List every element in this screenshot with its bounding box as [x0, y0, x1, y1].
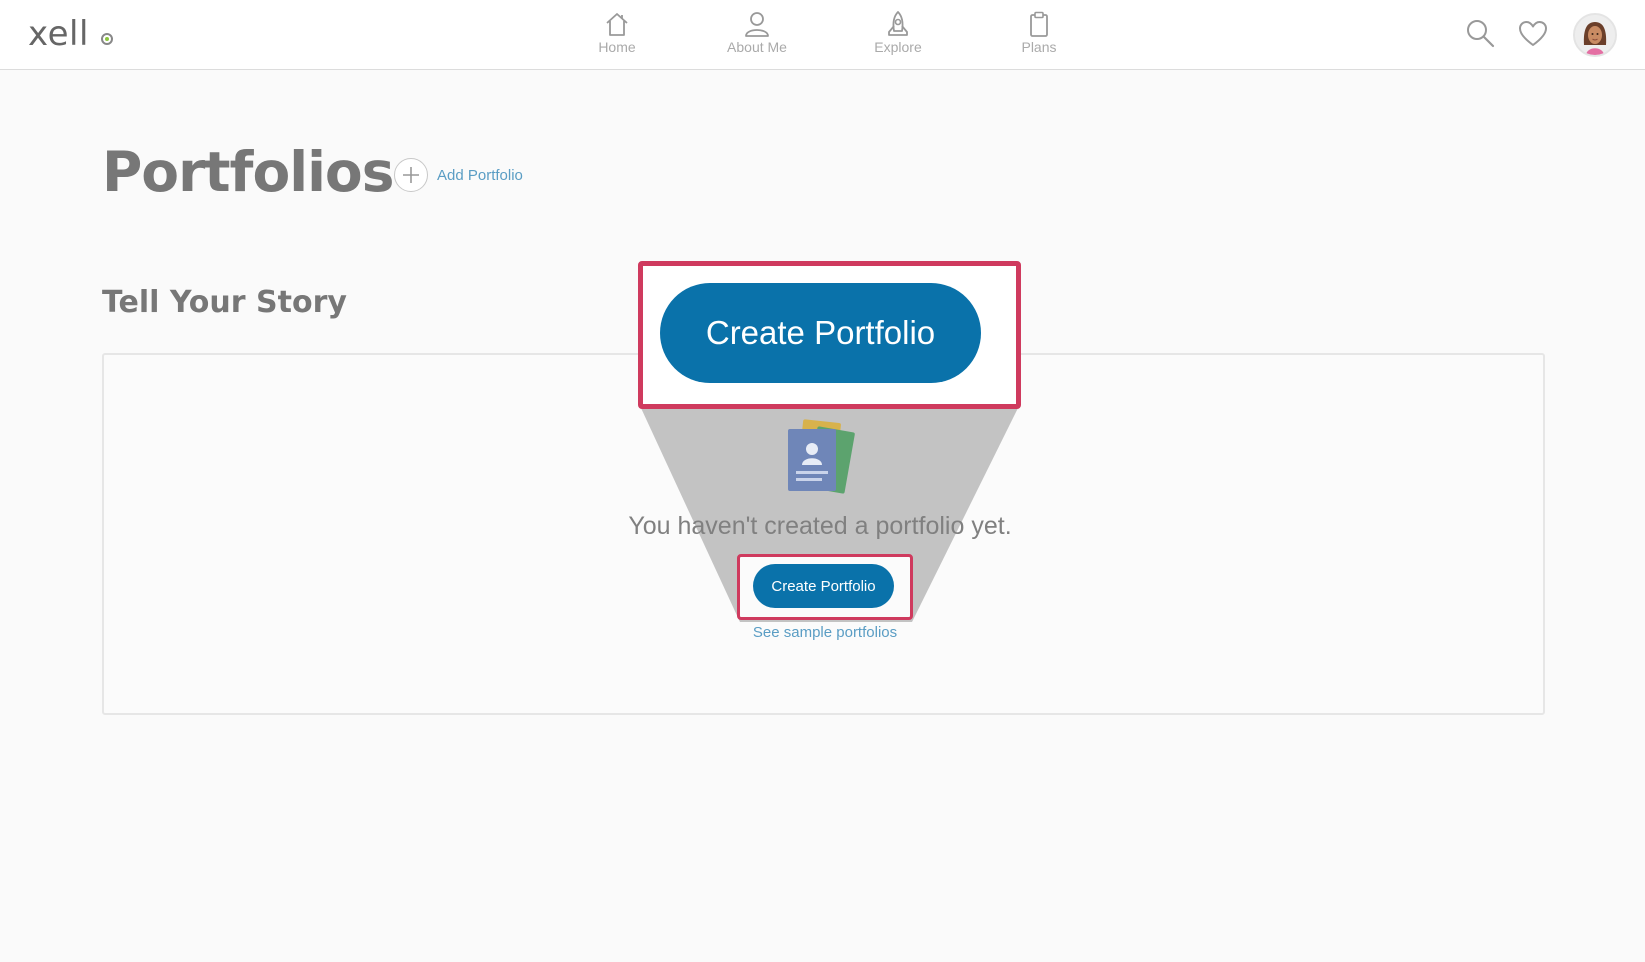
page-title: Portfolios	[102, 140, 394, 204]
plus-icon	[394, 158, 428, 192]
nav-explore[interactable]: Explore	[848, 8, 948, 64]
xello-logo[interactable]: xell	[28, 14, 89, 54]
avatar[interactable]	[1573, 13, 1617, 57]
nav-about-me[interactable]: About Me	[707, 8, 807, 64]
search-icon[interactable]	[1465, 18, 1495, 53]
nav-explore-label: Explore	[874, 39, 922, 55]
rocket-icon	[888, 11, 908, 36]
create-portfolio-button-magnified: Create Portfolio	[660, 283, 981, 383]
portfolio-documents-icon	[788, 419, 855, 494]
avatar-illustration	[1575, 15, 1615, 55]
nav-plans[interactable]: Plans	[989, 8, 1089, 64]
add-portfolio-label: Add Portfolio	[437, 166, 523, 184]
create-portfolio-button[interactable]: Create Portfolio	[753, 564, 894, 608]
see-sample-portfolios-link[interactable]: See sample portfolios	[700, 624, 950, 641]
top-navigation-bar: xell Home About Me Explore Plans	[0, 0, 1645, 70]
nav-plans-label: Plans	[1021, 39, 1057, 55]
nav-home-label: Home	[598, 39, 636, 55]
home-icon	[606, 13, 628, 36]
nav-about-me-label: About Me	[727, 39, 787, 55]
section-title: Tell Your Story	[102, 285, 347, 320]
heart-icon[interactable]	[1518, 20, 1548, 53]
clipboard-icon	[1030, 11, 1048, 37]
add-portfolio-button[interactable]: Add Portfolio	[394, 158, 523, 192]
person-icon	[745, 12, 769, 37]
nav-home[interactable]: Home	[567, 8, 667, 64]
empty-state-message: You haven't created a portfolio yet.	[628, 512, 1012, 540]
logo-text: xell	[28, 14, 89, 54]
logo-o-mark	[101, 33, 113, 45]
